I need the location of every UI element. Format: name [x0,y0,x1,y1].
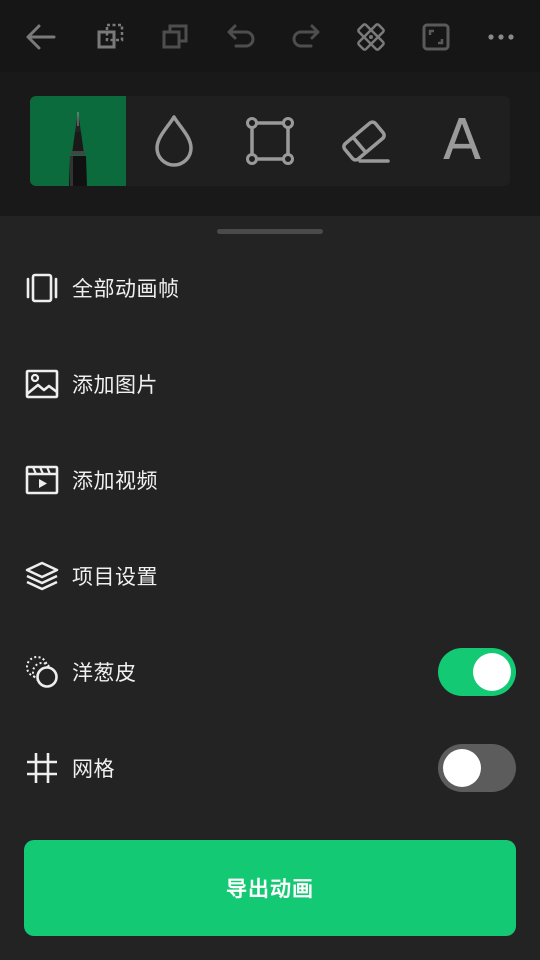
selection-rect-icon[interactable] [222,96,318,186]
grid-icon [24,750,60,786]
bottom-sheet: 全部动画帧 添加图片 添加视频 项目设置 洋葱皮 网格 导出动画 [0,216,540,960]
project-settings-label: 项目设置 [72,565,158,589]
eraser-icon[interactable] [318,96,414,186]
image-icon [24,366,60,402]
menu-item-all-frames[interactable]: 全部动画帧 [0,256,540,320]
add-image-label: 添加图片 [72,373,158,397]
grid-label: 网格 [72,757,115,781]
menu-item-add-image[interactable]: 添加图片 [0,352,540,416]
layers-icon [24,558,60,594]
frames-icon [24,270,60,306]
video-icon [24,462,60,498]
pen-icon[interactable] [30,96,126,186]
sheet-drag-handle[interactable] [217,229,323,234]
copy-icon[interactable] [158,20,192,54]
text-tool-icon[interactable]: A [414,96,510,186]
undo-icon[interactable] [224,20,258,54]
text-tool-glyph: A [442,108,482,173]
all-frames-label: 全部动画帧 [72,277,180,301]
top-toolbar [0,0,540,72]
more-options-icon[interactable] [484,20,518,54]
grid-toggle[interactable] [438,744,516,792]
add-video-label: 添加视频 [72,469,158,493]
toggle-knob [473,653,511,691]
tool-strip: A [30,96,510,186]
duplicate-layer-icon[interactable] [94,20,128,54]
menu-item-add-video[interactable]: 添加视频 [0,448,540,512]
fullscreen-icon[interactable] [419,20,453,54]
back-arrow-icon[interactable] [24,20,58,54]
menu-item-grid: 网格 [0,736,540,800]
redo-icon[interactable] [289,20,323,54]
onion-skin-label: 洋葱皮 [72,661,137,685]
menu-item-project-settings[interactable]: 项目设置 [0,544,540,608]
onion-skin-icon [24,654,60,690]
menu-item-onion-skin: 洋葱皮 [0,640,540,704]
transform-tool-icon[interactable] [354,20,388,54]
ink-drop-icon[interactable] [126,96,222,186]
toggle-knob [443,749,481,787]
export-animation-button[interactable]: 导出动画 [24,840,516,936]
onion-skin-toggle[interactable] [438,648,516,696]
export-animation-label: 导出动画 [226,877,314,901]
